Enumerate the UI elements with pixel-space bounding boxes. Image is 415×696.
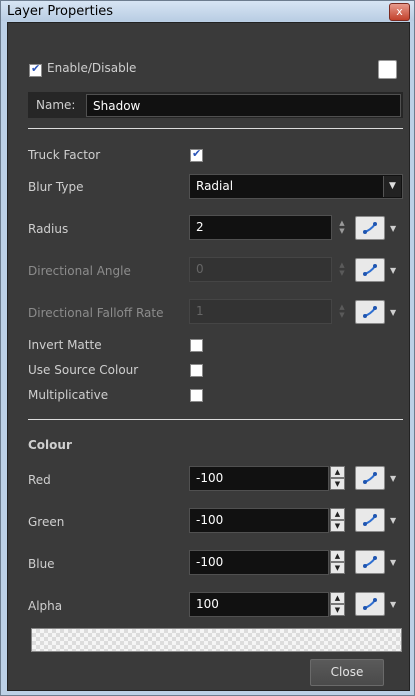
green-label: Green — [28, 515, 65, 529]
truck-factor-label: Truck Factor — [28, 148, 101, 162]
blue-stepper[interactable]: ▲ ▼ — [330, 550, 345, 575]
multiplicative-checkbox[interactable] — [190, 389, 203, 402]
blue-function-button[interactable] — [355, 550, 385, 574]
red-stepper[interactable]: ▲ ▼ — [330, 466, 345, 491]
directional-falloff-input: 1 — [189, 299, 332, 324]
blue-dropdown-icon[interactable]: ▼ — [390, 558, 400, 567]
radius-input[interactable]: 2 — [189, 215, 332, 240]
directional-angle-function-button[interactable] — [355, 258, 385, 282]
close-button[interactable]: Close — [310, 659, 384, 686]
colour-section-title: Colour — [28, 438, 72, 452]
radius-function-button[interactable] — [355, 216, 385, 240]
invert-matte-label: Invert Matte — [28, 338, 102, 352]
enable-disable-checkbox[interactable] — [29, 62, 42, 77]
chevron-down-icon[interactable]: ▼ — [383, 176, 401, 197]
blur-type-value: Radial — [196, 179, 234, 193]
directional-falloff-label: Directional Falloff Rate — [28, 306, 164, 320]
layer-properties-window: Layer Properties x Enable/Disable Name: … — [0, 0, 415, 696]
green-stepper[interactable]: ▲ ▼ — [330, 508, 345, 533]
directional-falloff-spin-icon: ▲ ▼ — [339, 303, 345, 319]
invert-matte-checkbox[interactable] — [190, 339, 203, 352]
function-curve-icon — [363, 556, 377, 568]
blue-input[interactable]: -100 — [189, 550, 329, 575]
directional-falloff-dropdown-icon[interactable]: ▼ — [390, 308, 400, 317]
multiplicative-label: Multiplicative — [28, 388, 109, 402]
blur-type-label: Blur Type — [28, 180, 84, 194]
separator-middle — [28, 419, 403, 420]
directional-angle-label: Directional Angle — [28, 264, 131, 278]
use-source-colour-checkbox[interactable] — [190, 364, 203, 377]
window-close-button[interactable]: x — [389, 3, 410, 21]
directional-angle-dropdown-icon[interactable]: ▼ — [390, 266, 400, 275]
red-input[interactable]: -100 — [189, 466, 329, 491]
truck-factor-checkbox[interactable] — [190, 147, 203, 162]
function-curve-icon — [363, 222, 377, 234]
function-curve-icon — [363, 472, 377, 484]
alpha-function-button[interactable] — [355, 592, 385, 616]
directional-angle-spin-icon: ▲ ▼ — [339, 261, 345, 277]
green-function-button[interactable] — [355, 508, 385, 532]
name-input[interactable]: Shadow — [86, 94, 401, 117]
red-function-button[interactable] — [355, 466, 385, 490]
alpha-label: Alpha — [28, 599, 63, 613]
function-curve-icon — [363, 306, 377, 318]
name-label: Name: — [36, 98, 76, 112]
enable-disable-label: Enable/Disable — [47, 61, 137, 75]
function-curve-icon — [363, 598, 377, 610]
use-source-colour-label: Use Source Colour — [28, 363, 139, 377]
directional-angle-input: 0 — [189, 257, 332, 282]
directional-falloff-function-button[interactable] — [355, 300, 385, 324]
green-input[interactable]: -100 — [189, 508, 329, 533]
radius-label: Radius — [28, 222, 69, 236]
alpha-input[interactable]: 100 — [189, 592, 329, 617]
title-bar[interactable]: Layer Properties x — [1, 1, 414, 21]
function-curve-icon — [363, 514, 377, 526]
blur-type-select[interactable]: Radial ▼ — [189, 174, 403, 199]
radius-spin-icon[interactable]: ▲ ▼ — [337, 219, 347, 243]
red-label: Red — [28, 473, 51, 487]
colour-preview-swatch[interactable] — [31, 628, 402, 652]
alpha-dropdown-icon[interactable]: ▼ — [390, 600, 400, 609]
window-title: Layer Properties — [7, 4, 114, 19]
separator-top — [28, 128, 403, 129]
alpha-stepper[interactable]: ▲ ▼ — [330, 592, 345, 617]
red-dropdown-icon[interactable]: ▼ — [390, 474, 400, 483]
function-curve-icon — [363, 264, 377, 276]
color-swatch-button[interactable] — [378, 60, 397, 79]
green-dropdown-icon[interactable]: ▼ — [390, 516, 400, 525]
radius-dropdown-icon[interactable]: ▼ — [390, 224, 400, 233]
blue-label: Blue — [28, 557, 55, 571]
properties-panel: Enable/Disable Name: Shadow Truck Factor… — [7, 22, 410, 691]
